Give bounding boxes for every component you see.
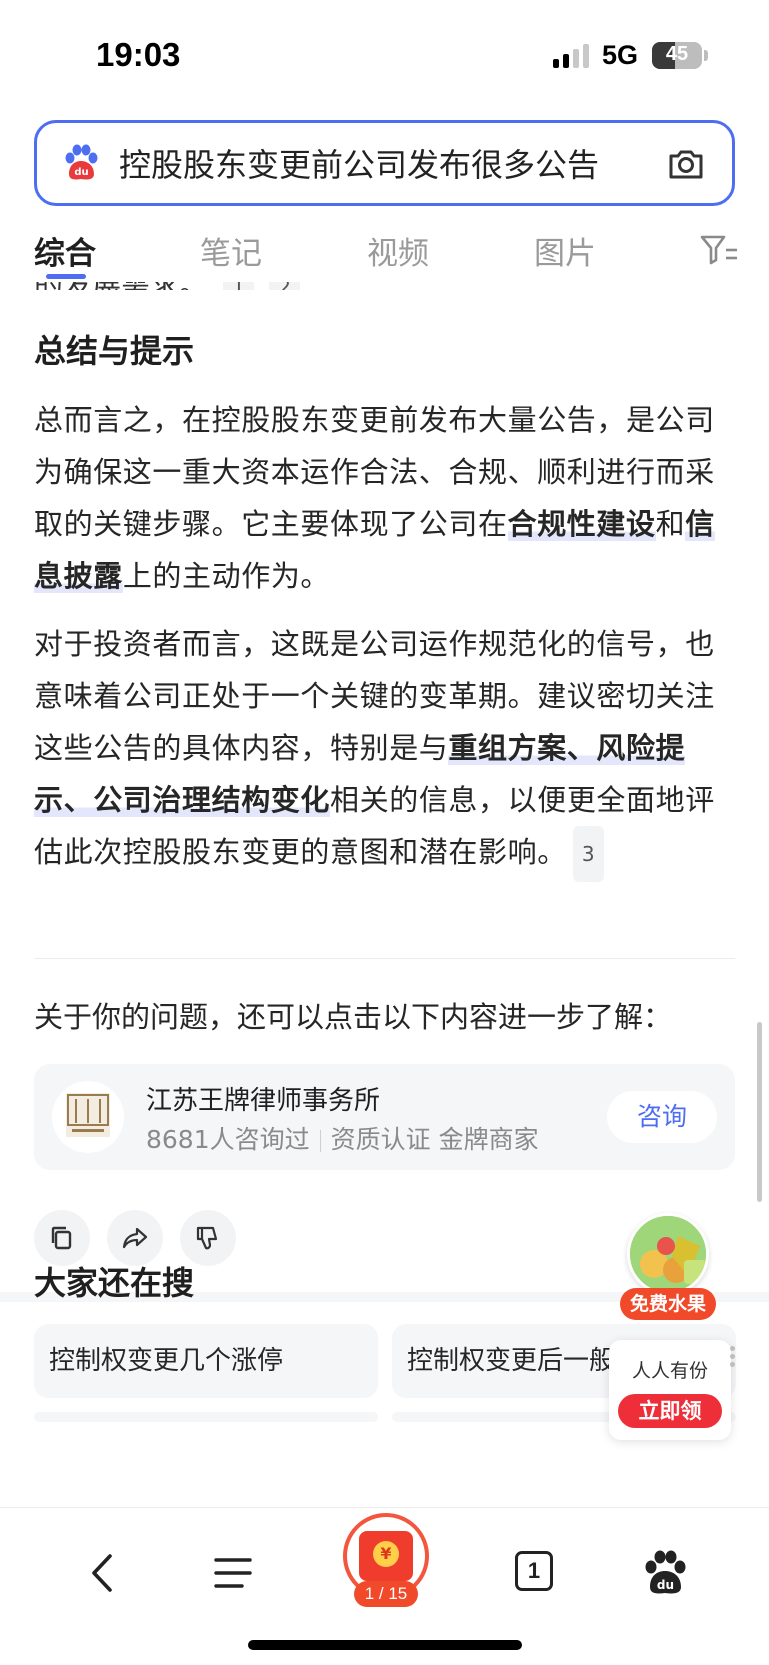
result-tabs: 综合 笔记 视频 图片 [0, 222, 769, 282]
citation-ref[interactable]: 2 [269, 282, 300, 290]
battery-icon: 45 [652, 42, 702, 69]
share-icon [122, 1227, 148, 1249]
status-bar: 19:03 5G 45 [0, 0, 769, 110]
citation-ref[interactable]: 1 [223, 282, 254, 290]
search-bar[interactable]: du 控股股东变更前公司发布很多公告 [34, 120, 735, 206]
network-type: 5G [602, 40, 639, 70]
tab-images[interactable]: 图片 [534, 228, 596, 273]
clipped-text: 的发展需求。 [34, 282, 208, 290]
summary-paragraph: 总而言之，在控股股东变更前发布大量公告，是公司为确保这一重大资本运作合法、合规、… [34, 394, 734, 602]
baidu-home-icon[interactable]: du [640, 1548, 690, 1598]
red-packet-button[interactable]: ¥ 1 / 15 [343, 1513, 429, 1607]
divider [34, 958, 735, 959]
tab-videos[interactable]: 视频 [367, 228, 429, 273]
cellular-signal-icon [553, 44, 589, 68]
status-time: 19:03 [96, 36, 181, 73]
service-card[interactable]: 江苏王牌律师事务所 8681人咨询过 资质认证 金牌商家 咨询 [34, 1064, 735, 1170]
menu-icon[interactable] [208, 1548, 258, 1598]
filter-icon[interactable] [699, 232, 739, 268]
promo-card-text: 人人有份 [631, 1360, 708, 1382]
back-icon[interactable] [80, 1548, 130, 1598]
thumbs-down-icon [196, 1226, 218, 1250]
baidu-paw-icon: du [61, 143, 101, 183]
section-heading: 总结与提示 [34, 332, 195, 370]
battery-percent: 45 [665, 43, 689, 65]
more-options-icon[interactable] [730, 1346, 738, 1370]
clipped-text-line: 的发展需求。 1 2 [34, 282, 300, 290]
red-packet-progress: 1 / 15 [354, 1581, 418, 1607]
law-firm-logo [52, 1081, 124, 1153]
meta-separator [319, 1130, 321, 1152]
highlight-term[interactable]: 合规性建设 [507, 507, 656, 541]
law-firm-name[interactable]: 江苏王牌律师事务所 [146, 1080, 380, 1117]
battery-tip [704, 50, 708, 61]
para-text: 和 [655, 507, 686, 541]
claim-button[interactable]: 立即领 [618, 1394, 722, 1428]
active-tab-indicator [46, 274, 86, 279]
tabs-button[interactable]: 1 [515, 1551, 553, 1591]
consult-button[interactable]: 咨询 [607, 1091, 717, 1143]
scrollbar[interactable] [757, 1022, 762, 1202]
svg-text:du: du [74, 167, 88, 178]
home-indicator [248, 1640, 522, 1650]
search-input[interactable]: 控股股东变更前公司发布很多公告 [119, 140, 639, 186]
promo-tag[interactable]: 免费水果 [620, 1288, 716, 1320]
camera-search-icon[interactable] [666, 144, 706, 184]
related-search-chip-partial[interactable] [34, 1412, 378, 1422]
para-text: 上的主动作为。 [122, 559, 331, 593]
svg-text:du: du [657, 1578, 674, 1592]
advice-paragraph: 对于投资者而言，这既是公司运作规范化的信号，也意味着公司正处于一个关键的变革期。… [34, 618, 734, 882]
related-search-chip[interactable]: 控制权变更几个涨停 [34, 1324, 378, 1398]
related-searches-title: 大家还在搜 [34, 1264, 195, 1302]
consult-count: 8681人咨询过 [146, 1125, 310, 1154]
citation-ref[interactable]: 3 [572, 826, 605, 882]
promo-card[interactable]: 人人有份 立即领 [609, 1340, 731, 1440]
tab-notes[interactable]: 笔记 [200, 228, 262, 273]
firm-badges: 资质认证 金牌商家 [330, 1125, 539, 1154]
coin-icon: ¥ [373, 1541, 399, 1567]
law-firm-meta: 8681人咨询过 资质认证 金牌商家 [146, 1120, 539, 1156]
tab-all[interactable]: 综合 [34, 228, 96, 273]
followup-prompt: 关于你的问题，还可以点击以下内容进一步了解： [34, 1000, 673, 1034]
fruit-basket-icon [627, 1213, 709, 1295]
copy-icon [51, 1226, 72, 1250]
